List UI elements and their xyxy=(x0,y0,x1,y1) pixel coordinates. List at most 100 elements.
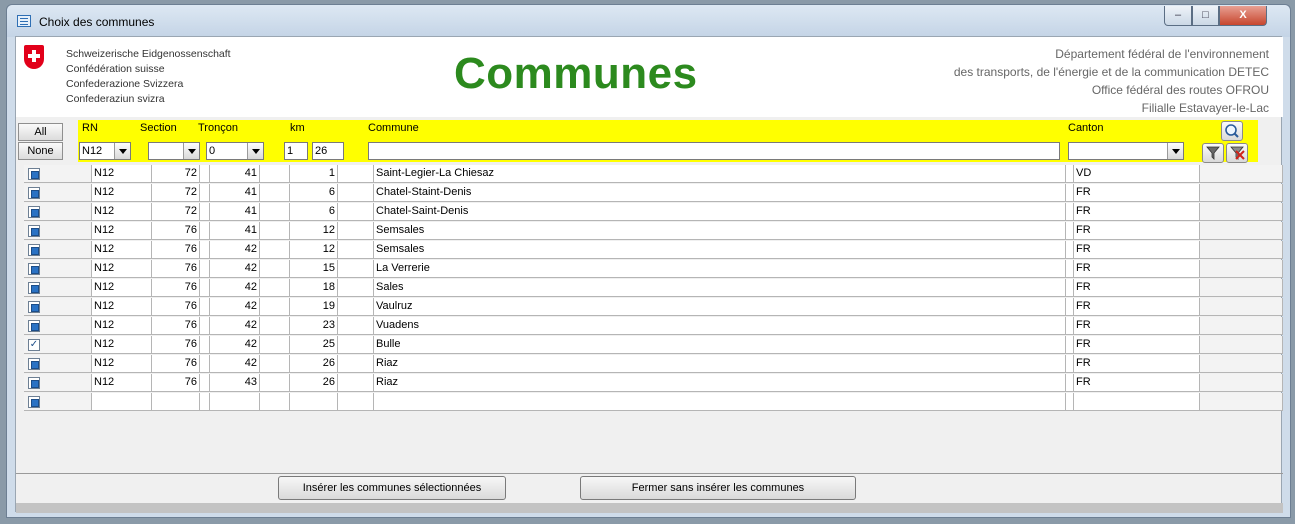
chevron-down-icon[interactable] xyxy=(114,143,130,159)
commune-cell[interactable]: Riaz xyxy=(374,355,1066,373)
km-cell[interactable]: 6 xyxy=(290,203,338,221)
rn-cell[interactable]: N12 xyxy=(92,336,152,354)
table-row[interactable]: N12 76 42 12 Semsales FR xyxy=(24,241,1283,260)
row-selector[interactable] xyxy=(24,393,92,411)
row-selector[interactable] xyxy=(24,203,92,221)
commune-cell[interactable]: Saint-Legier-La Chiesaz xyxy=(374,165,1066,183)
canton-cell[interactable]: FR xyxy=(1074,374,1200,392)
section-cell[interactable]: 76 xyxy=(152,336,200,354)
section-cell[interactable]: 76 xyxy=(152,317,200,335)
rn-cell[interactable]: N12 xyxy=(92,184,152,202)
km-cell[interactable]: 12 xyxy=(290,222,338,240)
table-row[interactable]: N12 76 43 26 Riaz FR xyxy=(24,374,1283,393)
troncon-cell[interactable] xyxy=(210,393,260,411)
table-row[interactable]: N12 76 42 19 Vaulruz FR xyxy=(24,298,1283,317)
select-box-icon[interactable] xyxy=(28,244,40,256)
commune-filter-input[interactable] xyxy=(368,142,1060,160)
km-to-input[interactable]: 26 xyxy=(312,142,344,160)
table-row[interactable]: N12 76 42 15 La Verrerie FR xyxy=(24,260,1283,279)
troncon-cell[interactable]: 42 xyxy=(210,355,260,373)
commune-cell[interactable]: Chatel-Staint-Denis xyxy=(374,184,1066,202)
section-cell[interactable]: 76 xyxy=(152,241,200,259)
canton-cell[interactable]: FR xyxy=(1074,203,1200,221)
rn-cell[interactable]: N12 xyxy=(92,317,152,335)
rn-cell[interactable] xyxy=(92,393,152,411)
select-box-icon[interactable] xyxy=(28,358,40,370)
row-selector[interactable] xyxy=(24,298,92,316)
table-row[interactable] xyxy=(24,393,1283,412)
clear-filter-icon[interactable] xyxy=(1226,143,1248,163)
km-cell[interactable]: 26 xyxy=(290,355,338,373)
km-from-input[interactable]: 1 xyxy=(284,142,308,160)
km-cell[interactable]: 12 xyxy=(290,241,338,259)
row-selector[interactable] xyxy=(24,241,92,259)
row-selector[interactable] xyxy=(24,260,92,278)
canton-cell[interactable]: FR xyxy=(1074,336,1200,354)
table-row[interactable]: N12 72 41 1 Saint-Legier-La Chiesaz VD xyxy=(24,165,1283,184)
chevron-down-icon[interactable] xyxy=(183,143,199,159)
troncon-cell[interactable]: 42 xyxy=(210,279,260,297)
troncon-cell[interactable]: 43 xyxy=(210,374,260,392)
insert-communes-button[interactable]: Insérer les communes sélectionnées xyxy=(278,476,506,500)
row-selector[interactable] xyxy=(24,184,92,202)
troncon-cell[interactable]: 41 xyxy=(210,184,260,202)
canton-cell[interactable] xyxy=(1074,393,1200,411)
rn-cell[interactable]: N12 xyxy=(92,298,152,316)
canton-cell[interactable]: FR xyxy=(1074,241,1200,259)
rn-cell[interactable]: N12 xyxy=(92,260,152,278)
select-box-icon[interactable] xyxy=(28,168,40,180)
chevron-down-icon[interactable] xyxy=(247,143,263,159)
rn-cell[interactable]: N12 xyxy=(92,241,152,259)
km-cell[interactable]: 6 xyxy=(290,184,338,202)
rn-cell[interactable]: N12 xyxy=(92,165,152,183)
commune-cell[interactable]: Vuadens xyxy=(374,317,1066,335)
select-box-icon[interactable] xyxy=(28,225,40,237)
rn-cell[interactable]: N12 xyxy=(92,355,152,373)
select-box-icon[interactable] xyxy=(28,206,40,218)
table-row[interactable]: ✓ N12 76 42 25 Bulle FR xyxy=(24,336,1283,355)
row-selector[interactable] xyxy=(24,355,92,373)
troncon-cell[interactable]: 42 xyxy=(210,241,260,259)
table-row[interactable]: N12 76 42 18 Sales FR xyxy=(24,279,1283,298)
km-cell[interactable]: 1 xyxy=(290,165,338,183)
commune-cell[interactable]: Semsales xyxy=(374,241,1066,259)
minimize-button[interactable]: – xyxy=(1164,6,1192,26)
checked-icon[interactable]: ✓ xyxy=(28,339,40,351)
select-none-button[interactable]: None xyxy=(18,142,63,160)
select-box-icon[interactable] xyxy=(28,377,40,389)
row-selector[interactable]: ✓ xyxy=(24,336,92,354)
section-cell[interactable]: 76 xyxy=(152,298,200,316)
troncon-filter-dropdown[interactable]: 0 xyxy=(206,142,264,160)
canton-filter-dropdown[interactable] xyxy=(1068,142,1184,160)
section-cell[interactable]: 76 xyxy=(152,355,200,373)
commune-cell[interactable]: Sales xyxy=(374,279,1066,297)
section-cell[interactable] xyxy=(152,393,200,411)
row-selector[interactable] xyxy=(24,222,92,240)
canton-cell[interactable]: FR xyxy=(1074,184,1200,202)
section-cell[interactable]: 76 xyxy=(152,279,200,297)
commune-cell[interactable]: Semsales xyxy=(374,222,1066,240)
km-cell[interactable]: 26 xyxy=(290,374,338,392)
troncon-cell[interactable]: 41 xyxy=(210,222,260,240)
troncon-cell[interactable]: 41 xyxy=(210,165,260,183)
canton-cell[interactable]: FR xyxy=(1074,355,1200,373)
table-row[interactable]: N12 72 41 6 Chatel-Saint-Denis FR xyxy=(24,203,1283,222)
canton-cell[interactable]: FR xyxy=(1074,222,1200,240)
troncon-cell[interactable]: 42 xyxy=(210,336,260,354)
rn-cell[interactable]: N12 xyxy=(92,222,152,240)
rn-filter-dropdown[interactable]: N12 xyxy=(79,142,131,160)
canton-cell[interactable]: FR xyxy=(1074,279,1200,297)
title-bar[interactable]: Choix des communes – □ X xyxy=(7,5,1290,37)
row-selector[interactable] xyxy=(24,317,92,335)
table-row[interactable]: N12 76 42 23 Vuadens FR xyxy=(24,317,1283,336)
select-box-icon[interactable] xyxy=(28,320,40,332)
close-button[interactable]: X xyxy=(1219,6,1267,26)
maximize-button[interactable]: □ xyxy=(1192,6,1219,26)
troncon-cell[interactable]: 42 xyxy=(210,298,260,316)
select-all-button[interactable]: All xyxy=(18,123,63,141)
troncon-cell[interactable]: 41 xyxy=(210,203,260,221)
section-cell[interactable]: 76 xyxy=(152,374,200,392)
row-selector[interactable] xyxy=(24,374,92,392)
commune-cell[interactable]: La Verrerie xyxy=(374,260,1066,278)
section-cell[interactable]: 76 xyxy=(152,222,200,240)
